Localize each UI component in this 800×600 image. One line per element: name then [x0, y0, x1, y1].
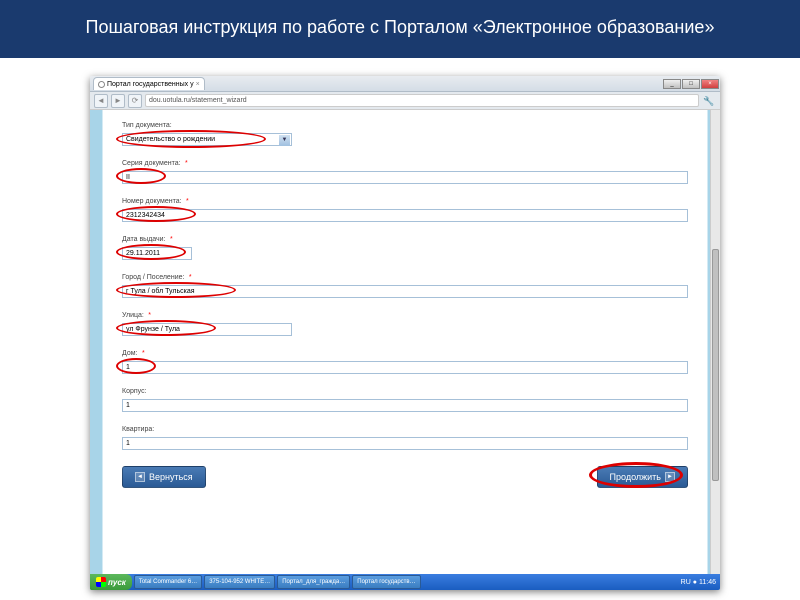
windows-logo-icon	[96, 577, 106, 587]
group-house: Дом: * 1	[122, 342, 688, 374]
task-label: Портал_для_гражда…	[282, 579, 345, 585]
corner-decoration-tl	[4, 4, 58, 58]
taskbar-item[interactable]: Total Commander 6…	[134, 575, 202, 589]
input-issue-date[interactable]: 29.11.2011	[122, 247, 192, 260]
continue-button[interactable]: Продолжить ►	[597, 466, 688, 488]
input-block[interactable]: 1	[122, 399, 688, 412]
label-house: Дом:	[122, 350, 137, 357]
start-button[interactable]: пуск	[90, 574, 132, 590]
input-number[interactable]: 2312342434	[122, 209, 688, 222]
settings-wrench-icon[interactable]: 🔧	[702, 94, 716, 108]
task-label: Total Commander 6…	[139, 579, 197, 585]
url-text: dou.uotula.ru/statement_wizard	[149, 97, 247, 104]
group-city: Город / Поселение: * г Тула / обл Тульск…	[122, 266, 688, 298]
slide-title-text: Пошаговая инструкция по работе с Портало…	[86, 16, 715, 39]
value-street: ул Фрунзе / Тула	[126, 326, 180, 333]
browser-tab-strip: Портал государственных у × _ □ ×	[90, 76, 720, 92]
back-icon[interactable]: ◄	[94, 94, 108, 108]
input-city[interactable]: г Тула / обл Тульская	[122, 285, 688, 298]
group-block: Корпус: 1	[122, 380, 688, 412]
start-label: пуск	[108, 578, 126, 587]
input-apt[interactable]: 1	[122, 437, 688, 450]
value-apt: 1	[126, 440, 130, 447]
browser-screenshot: Портал государственных у × _ □ × ◄ ► ⟳ d…	[90, 76, 720, 590]
label-apt: Квартира:	[122, 426, 154, 433]
value-city: г Тула / обл Тульская	[126, 288, 195, 295]
group-series: Серия документа: * II	[122, 152, 688, 184]
taskbar-item[interactable]: Портал_для_гражда…	[277, 575, 350, 589]
label-city: Город / Поселение:	[122, 274, 184, 281]
select-doc-type[interactable]: Свидетельство о рождении ▼	[122, 133, 292, 146]
forward-icon[interactable]: ►	[111, 94, 125, 108]
window-controls: _ □ ×	[663, 79, 720, 89]
label-series: Серия документа:	[122, 160, 181, 167]
input-house[interactable]: 1	[122, 361, 688, 374]
window-minimize-icon[interactable]: _	[663, 79, 681, 89]
back-arrow-icon: ◄	[135, 472, 145, 482]
task-label: 375-104-952 WHITE…	[209, 579, 270, 585]
input-series[interactable]: II	[122, 171, 688, 184]
required-mark: *	[189, 274, 192, 281]
label-number: Номер документа:	[122, 198, 182, 205]
forward-arrow-icon: ►	[665, 472, 675, 482]
url-input[interactable]: dou.uotula.ru/statement_wizard	[145, 94, 699, 107]
taskbar-item[interactable]: Портал государств…	[352, 575, 420, 589]
tab-close-icon[interactable]: ×	[196, 81, 200, 88]
tab-title: Портал государственных у	[107, 81, 194, 88]
value-issue-date: 29.11.2011	[126, 250, 160, 257]
label-block: Корпус:	[122, 388, 147, 395]
back-button[interactable]: ◄ Вернуться	[122, 466, 206, 488]
chevron-down-icon[interactable]: ▼	[279, 135, 290, 146]
system-tray: RU ● 11:46	[677, 579, 720, 586]
task-label: Портал государств…	[357, 579, 415, 585]
continue-button-label: Продолжить	[610, 472, 661, 482]
value-number: 2312342434	[126, 212, 165, 219]
taskbar-item[interactable]: 375-104-952 WHITE…	[204, 575, 275, 589]
reload-icon[interactable]: ⟳	[128, 94, 142, 108]
group-apt: Квартира: 1	[122, 418, 688, 450]
required-mark: *	[185, 160, 188, 167]
label-doc-type: Тип документа:	[122, 122, 172, 129]
language-indicator[interactable]: RU	[681, 579, 691, 586]
slide-title: Пошаговая инструкция по работе с Портало…	[0, 0, 800, 58]
value-block: 1	[126, 402, 130, 409]
window-maximize-icon[interactable]: □	[682, 79, 700, 89]
clock[interactable]: 11:46	[699, 579, 716, 586]
required-mark: *	[186, 198, 189, 205]
address-bar: ◄ ► ⟳ dou.uotula.ru/statement_wizard 🔧	[90, 92, 720, 110]
window-close-icon[interactable]: ×	[701, 79, 719, 89]
tab-favicon	[98, 81, 105, 88]
required-mark: *	[142, 350, 145, 357]
value-series: II	[126, 174, 130, 181]
scrollbar[interactable]	[710, 110, 720, 574]
group-street: Улица: * ул Фрунзе / Тула	[122, 304, 688, 336]
tray-icon[interactable]: ●	[693, 579, 697, 586]
scroll-thumb[interactable]	[712, 249, 719, 481]
group-doc-type: Тип документа: Свидетельство о рождении …	[122, 114, 688, 146]
group-number: Номер документа: * 2312342434	[122, 190, 688, 222]
corner-decoration-tr	[742, 4, 796, 58]
taskbar: пуск Total Commander 6… 375-104-952 WHIT…	[90, 574, 720, 590]
browser-tab[interactable]: Портал государственных у ×	[93, 77, 205, 90]
value-house: 1	[126, 364, 130, 371]
required-mark: *	[148, 312, 151, 319]
value-doc-type: Свидетельство о рождении	[126, 136, 215, 143]
page-content: Тип документа: Свидетельство о рождении …	[90, 110, 720, 574]
slide: Пошаговая инструкция по работе с Портало…	[0, 0, 800, 600]
label-street: Улица:	[122, 312, 144, 319]
group-issue-date: Дата выдачи: * 29.11.2011	[122, 228, 688, 260]
label-issue-date: Дата выдачи:	[122, 236, 166, 243]
input-street[interactable]: ул Фрунзе / Тула	[122, 323, 292, 336]
back-button-label: Вернуться	[149, 472, 193, 482]
required-mark: *	[170, 236, 173, 243]
button-row: ◄ Вернуться Продолжить ►	[90, 460, 720, 488]
